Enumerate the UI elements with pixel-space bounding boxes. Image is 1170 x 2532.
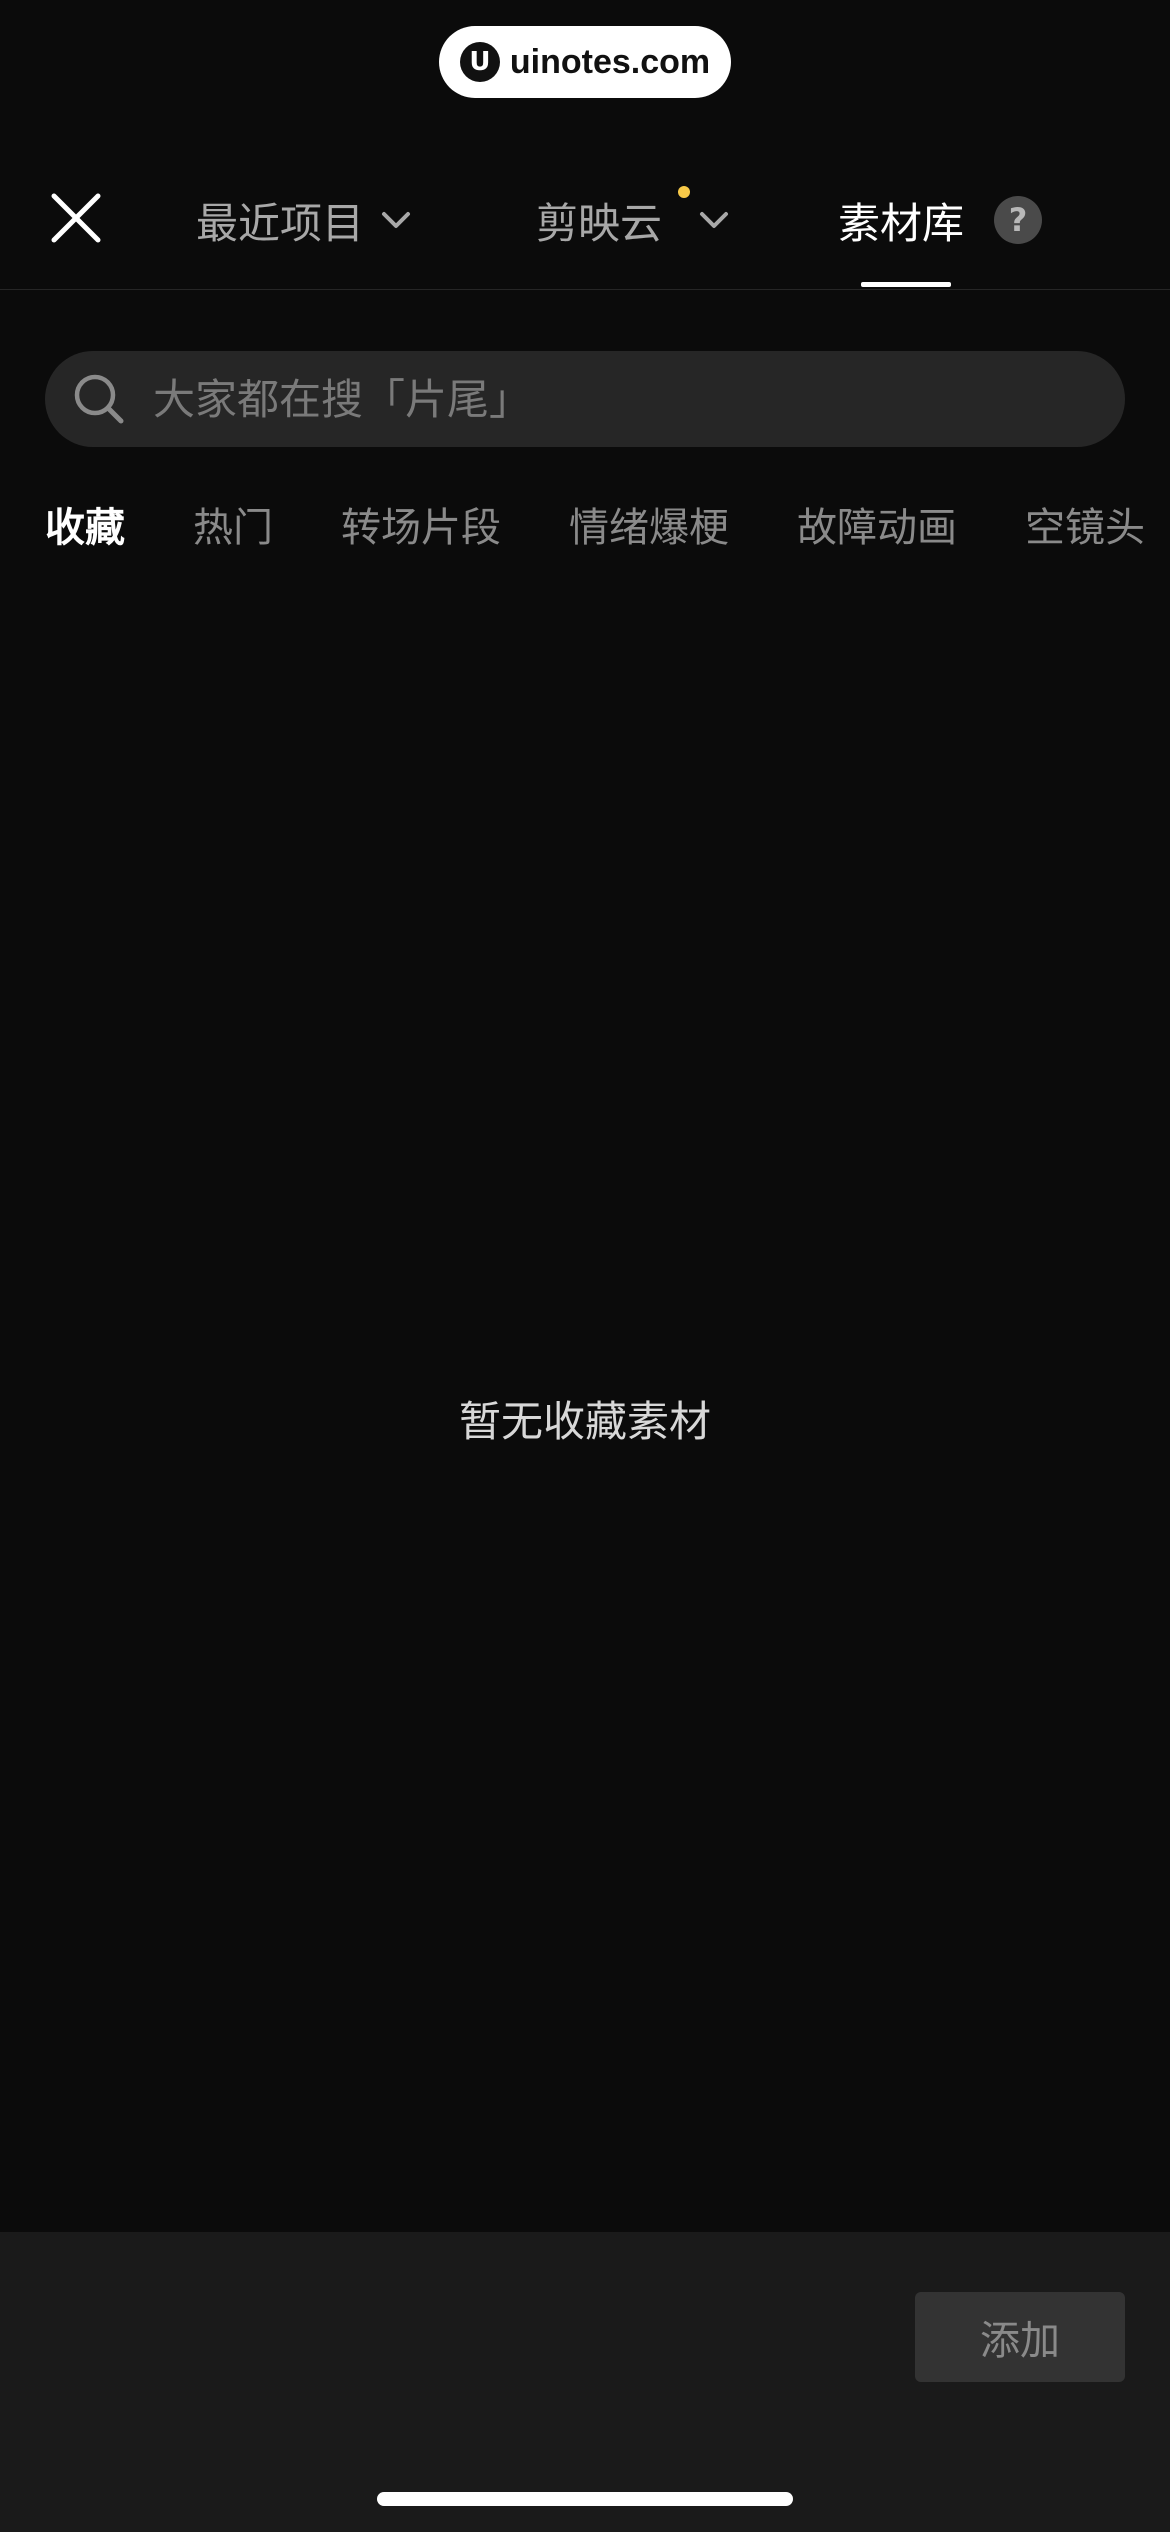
search-input[interactable] (151, 373, 1055, 425)
header-divider (0, 289, 1170, 290)
bottom-action-panel: 添加 (0, 2232, 1170, 2532)
category-tabs: 收藏 热门 转场片段 情绪爆梗 故障动画 空镜头 (45, 495, 1145, 565)
chevron-down-icon (382, 212, 411, 228)
tab-recent-projects[interactable]: 最近项目 (196, 180, 412, 260)
chevron-down-icon (700, 212, 729, 228)
category-hot[interactable]: 热门 (193, 495, 273, 565)
category-transition-clips[interactable]: 转场片段 (341, 495, 501, 565)
add-button[interactable]: 添加 (915, 2292, 1125, 2382)
home-indicator[interactable] (377, 2492, 793, 2506)
watermark-text: uinotes.com (509, 42, 711, 81)
help-icon[interactable]: ? (994, 196, 1043, 244)
tab-cloud[interactable]: 剪映云 (536, 180, 730, 260)
search-icon (74, 374, 124, 424)
tab-recent-label: 最近项目 (196, 198, 365, 248)
category-emotion-memes[interactable]: 情绪爆梗 (569, 495, 729, 565)
notification-dot (678, 186, 690, 198)
category-glitch-animation[interactable]: 故障动画 (797, 495, 957, 565)
active-tab-indicator (861, 282, 951, 287)
empty-state-message: 暂无收藏素材 (458, 1397, 711, 1446)
tab-material-library[interactable]: 素材库 ? (838, 180, 1043, 260)
watermark-badge: U uinotes.com (439, 26, 731, 98)
category-favorites[interactable]: 收藏 (45, 495, 125, 565)
tab-library-label: 素材库 (838, 198, 965, 248)
tab-cloud-label: 剪映云 (536, 198, 663, 248)
uinotes-logo-icon: U (459, 42, 500, 82)
close-icon[interactable] (46, 188, 106, 248)
search-bar[interactable] (45, 351, 1125, 447)
category-empty-shots[interactable]: 空镜头 (1025, 495, 1145, 565)
top-bar: 最近项目 剪映云 素材库 ? (0, 140, 1170, 290)
